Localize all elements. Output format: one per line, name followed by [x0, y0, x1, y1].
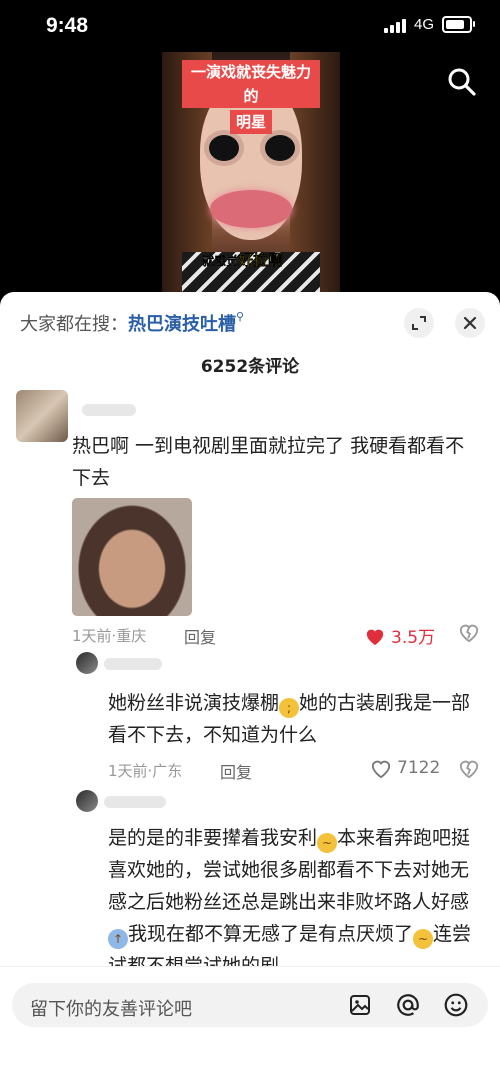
smirk-emoji-icon: ~ [317, 833, 338, 853]
avatar[interactable] [76, 790, 98, 812]
avatar[interactable] [76, 652, 98, 674]
comment-text: 是的是的非要撵着我安利 ~ 本来看奔跑吧挺喜欢她的，尝试她很多剧都看不下去对她无感之… [108, 822, 483, 982]
network-label: 4G [413, 16, 434, 33]
like-count: 3.5万 [391, 628, 436, 648]
trending-prefix: 大家都在搜： [20, 314, 128, 335]
crying-emoji-icon: ; [279, 698, 300, 718]
heart-icon [371, 760, 391, 778]
battery-icon [442, 16, 475, 33]
search-small-icon: ⚲ [236, 310, 245, 323]
close-icon[interactable] [455, 308, 485, 338]
at-icon[interactable] [394, 991, 422, 1019]
username-blurred[interactable] [104, 658, 162, 670]
like-button[interactable]: 7122 [370, 758, 440, 778]
comment-input-bar: 留下你的友善评论吧 [0, 966, 500, 1081]
search-icon[interactable] [446, 66, 478, 98]
comment-meta: 1天前·广东 [108, 762, 183, 780]
video-thumbnail: 一演戏就丧失魅力的 明星 就感觉好拉啊 [162, 52, 340, 297]
username-blurred[interactable] [104, 796, 166, 808]
avatar[interactable] [16, 390, 68, 442]
video-player[interactable]: 一演戏就丧失魅力的 明星 就感觉好拉啊 [0, 52, 500, 297]
video-caption-line1: 一演戏就丧失魅力的 [182, 60, 320, 108]
reply-button[interactable]: 回复 [184, 624, 216, 648]
like-count: 7122 [397, 758, 441, 778]
emoji-icon[interactable] [442, 991, 470, 1019]
subtitle-highlight: 好拉啊 [238, 251, 284, 269]
video-caption-line2: 明星 [229, 110, 272, 134]
status-icons: 4G [383, 16, 475, 33]
comment-input-placeholder: 留下你的友善评论吧 [30, 999, 192, 1020]
broken-heart-icon[interactable] [458, 758, 480, 783]
comment-text-part: 是的是的非要撵着我安利 [108, 827, 318, 849]
subtitle-prefix: 就感觉 [202, 254, 239, 268]
umbrella-emoji-icon: ↑ [108, 929, 128, 949]
reply-button[interactable]: 回复 [220, 759, 252, 783]
trending-keyword[interactable]: 热巴演技吐槽 [128, 314, 236, 335]
comment-text: 她粉丝非说演技爆棚; 她的古装剧我是一部看不下去，不知道为什么 [108, 687, 478, 751]
comment-text-part: 我现在都不算无感了是有点厌烦了 [128, 923, 414, 945]
expand-icon[interactable] [404, 308, 434, 338]
heart-icon [366, 629, 384, 645]
trending-search[interactable]: 大家都在搜：热巴演技吐槽⚲ [20, 310, 244, 336]
comment-text: 热巴啊 一到电视剧里面就拉完了 我硬看都看不下去 [72, 435, 465, 489]
video-caption: 一演戏就丧失魅力的 明星 [182, 60, 320, 134]
signal-icon [383, 17, 406, 33]
comment-count: 6252条评论 [200, 357, 300, 377]
comment-meta: 1天前·重庆 [72, 627, 147, 645]
video-subtitle: 就感觉好拉啊 [202, 249, 283, 270]
broken-heart-icon[interactable] [458, 622, 480, 647]
status-bar: 9:48 4G [0, 0, 500, 52]
sweat-emoji-icon: ~ [413, 929, 434, 949]
username-blurred[interactable] [82, 404, 136, 416]
comment-input[interactable]: 留下你的友善评论吧 [12, 983, 488, 1027]
image-icon[interactable] [346, 991, 374, 1019]
like-button[interactable]: 3.5万 [364, 623, 435, 648]
comment-image[interactable] [72, 498, 192, 616]
status-time: 9:48 [46, 14, 89, 37]
comment-text-part: 她粉丝非说演技爆棚 [108, 692, 280, 714]
comment-sheet: 大家都在搜：热巴演技吐槽⚲ 6252条评论 热巴啊 一到电视剧里面就拉完了 我硬… [0, 292, 500, 1080]
